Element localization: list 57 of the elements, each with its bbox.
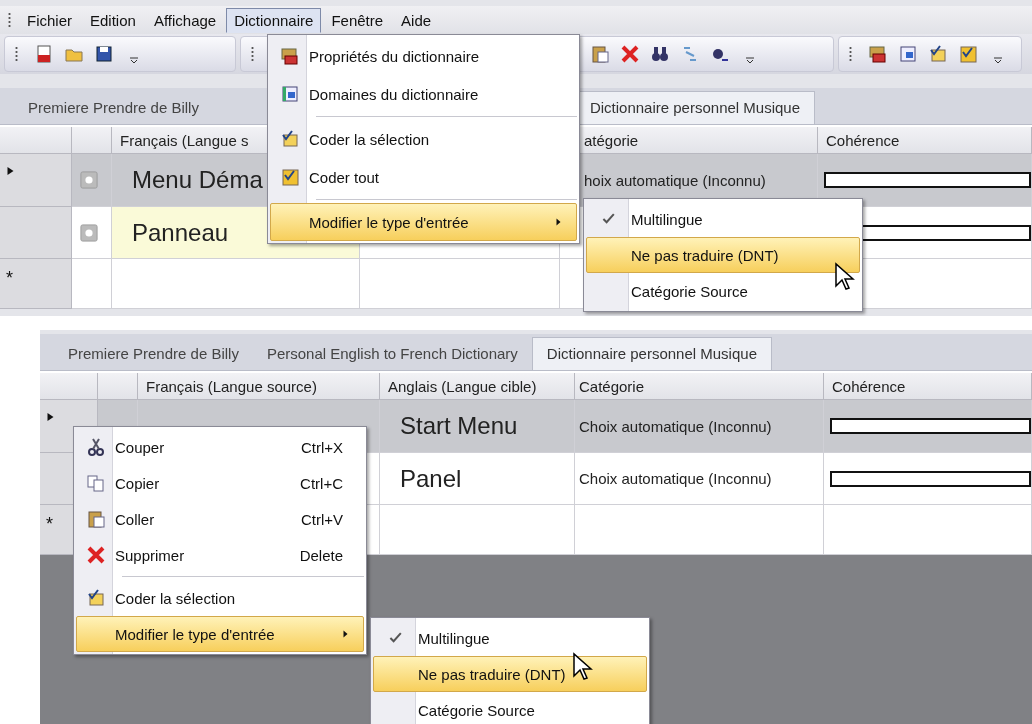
menu-item[interactable]: Modifier le type d'entrée	[270, 203, 577, 241]
column-header: Français (Langue source)	[138, 373, 380, 400]
header-cell	[72, 127, 112, 154]
menu-item[interactable]: Modifier le type d'entrée	[76, 616, 364, 652]
tab[interactable]: Personal English to French Dictionary	[252, 338, 532, 370]
menu-item[interactable]: Domaines du dictionnaire	[270, 75, 577, 113]
tab[interactable]: Dictionnaire personnel Musique	[531, 337, 772, 370]
domains-icon	[280, 84, 300, 104]
menu-item[interactable]: Ne pas traduire (DNT)	[586, 237, 860, 273]
code-all-icon[interactable]	[958, 44, 978, 64]
mouse-pointer-icon	[834, 262, 856, 292]
column-header: Catégorie	[575, 373, 824, 400]
menu-bar-item[interactable]: Fenêtre	[323, 7, 392, 33]
tab[interactable]: Premiere Prendre de Billy	[14, 92, 213, 124]
code-selection-icon	[280, 129, 300, 149]
menu-item[interactable]: Ne pas traduire (DNT)	[373, 656, 647, 692]
column-header: Cohérence	[818, 127, 1032, 154]
header-cell	[98, 373, 138, 400]
menu-bar-item[interactable]: Edition	[82, 7, 144, 33]
menu-bar-item[interactable]: Aide	[393, 7, 440, 33]
mouse-pointer-icon	[572, 652, 594, 682]
menu-item[interactable]: Couper Ctrl+X	[76, 429, 364, 465]
help-icon	[80, 171, 98, 189]
column-header: Cohérence	[824, 373, 1032, 400]
menu-bar-item[interactable]: Affichage	[145, 7, 225, 33]
menu-bar-item[interactable]: Fichier	[19, 7, 80, 33]
paste-icon	[86, 509, 106, 529]
domains-icon[interactable]	[898, 44, 918, 64]
menu-item[interactable]: Multilingue	[373, 620, 647, 656]
table-cell: Panel	[380, 453, 575, 505]
save-icon[interactable]	[94, 44, 114, 64]
help-icon	[80, 223, 98, 242]
menu-item[interactable]: Coder la sélection	[76, 580, 364, 616]
menu-bar-item[interactable]: Dictionnaire	[226, 7, 322, 33]
table-cell: Start Menu	[380, 400, 575, 453]
delete-icon	[86, 545, 106, 565]
menu-item[interactable]: Copier Ctrl+C	[76, 465, 364, 501]
table-cell: Choix automatique (Inconnu)	[575, 453, 824, 505]
table-cell: Choix automatique (Inconnu)	[575, 400, 824, 453]
scissors-icon	[86, 437, 106, 457]
code-selection-icon[interactable]	[928, 44, 948, 64]
properties-icon[interactable]	[868, 44, 888, 64]
new-document-icon[interactable]	[34, 44, 54, 64]
menu-item[interactable]: Catégorie Source	[373, 692, 647, 724]
copy-icon	[86, 473, 106, 493]
column-header: Anglais (Langue cible)	[380, 373, 575, 400]
checkmark-icon	[388, 630, 404, 646]
menu-item[interactable]: Catégorie Source	[586, 273, 860, 309]
tab[interactable]: Premiere Prendre de Billy	[54, 338, 253, 370]
row-header: *	[0, 259, 72, 309]
binoculars-icon[interactable]	[650, 44, 670, 64]
code-selection-icon	[86, 588, 106, 608]
code-all-icon	[280, 167, 300, 187]
properties-icon	[280, 46, 300, 66]
delete-icon[interactable]	[620, 44, 640, 64]
paste-icon[interactable]	[590, 44, 610, 64]
checkmark-icon	[601, 211, 617, 227]
